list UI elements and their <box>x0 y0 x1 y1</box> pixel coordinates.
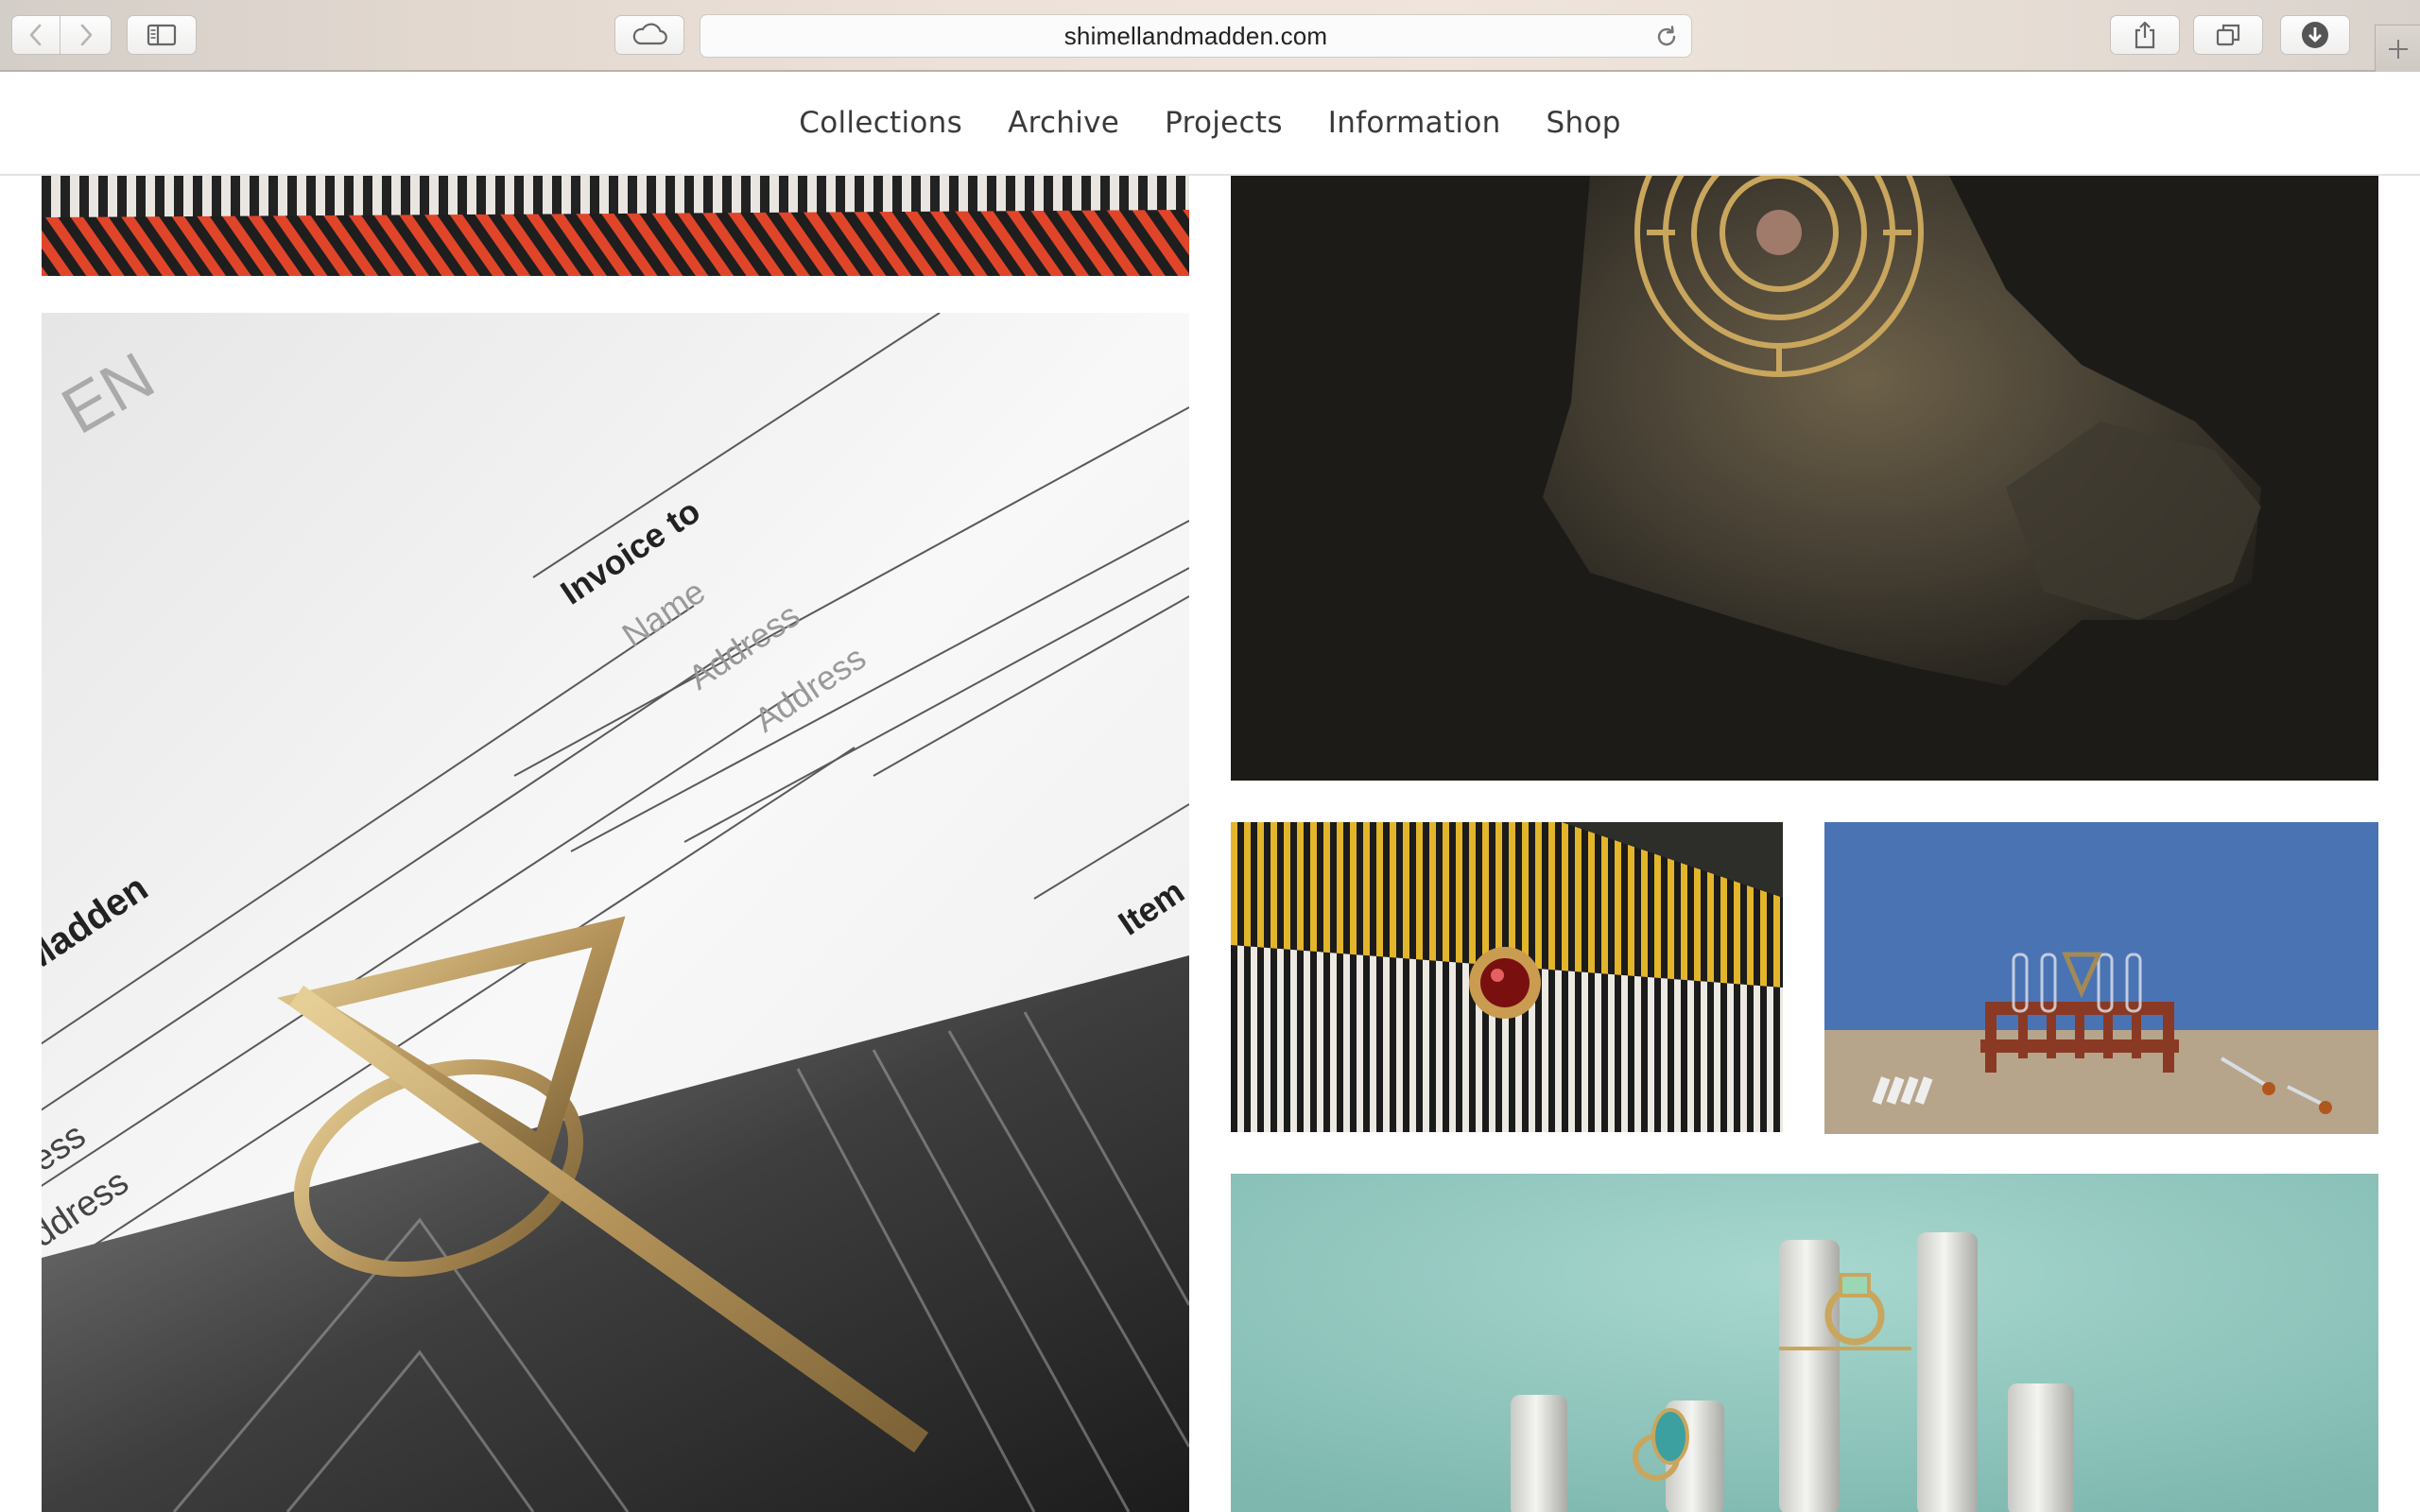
reload-button[interactable] <box>1653 24 1680 55</box>
downloads-button[interactable] <box>2280 15 2350 55</box>
striped-box-photo[interactable] <box>42 176 1189 276</box>
invoice-ring-photo[interactable]: EN Invoice to Name Address Address Madde… <box>42 313 1189 1512</box>
nav-projects[interactable]: Projects <box>1165 106 1283 140</box>
nav-archive[interactable]: Archive <box>1008 106 1119 140</box>
share-button[interactable] <box>2110 15 2180 55</box>
sidebar-icon <box>147 24 177 46</box>
address-bar[interactable]: shimellandmadden.com <box>700 14 1692 58</box>
forward-button[interactable] <box>60 15 112 55</box>
cloud-icon <box>632 23 667 45</box>
icloud-tabs-button[interactable] <box>614 15 684 55</box>
sidebar-button[interactable] <box>127 15 197 55</box>
download-icon <box>2302 22 2328 48</box>
test-tube-rack-photo[interactable] <box>1824 822 2378 1134</box>
reload-icon <box>1657 26 1676 46</box>
tabs-icon <box>2216 24 2240 46</box>
garnet-ring-photo[interactable] <box>1231 822 1783 1132</box>
browser-toolbar: shimellandmadden.com <box>0 0 2420 72</box>
nav-information[interactable]: Information <box>1328 106 1501 140</box>
nav-shop[interactable]: Shop <box>1547 106 1621 140</box>
nav-collections[interactable]: Collections <box>799 106 962 140</box>
new-tab-button[interactable] <box>2375 25 2420 72</box>
forward-icon <box>80 24 92 46</box>
labyrinth-pendant-photo[interactable] <box>1231 176 2378 781</box>
tabs-overview-button[interactable] <box>2193 15 2263 55</box>
back-icon <box>29 24 42 46</box>
selenite-rings-photo[interactable] <box>1231 1174 2378 1512</box>
share-icon <box>2135 21 2155 49</box>
plus-icon <box>2388 39 2408 59</box>
url-text: shimellandmadden.com <box>1063 21 1328 50</box>
site-navigation: Collections Archive Projects Information… <box>0 72 2420 176</box>
back-button[interactable] <box>11 15 60 55</box>
